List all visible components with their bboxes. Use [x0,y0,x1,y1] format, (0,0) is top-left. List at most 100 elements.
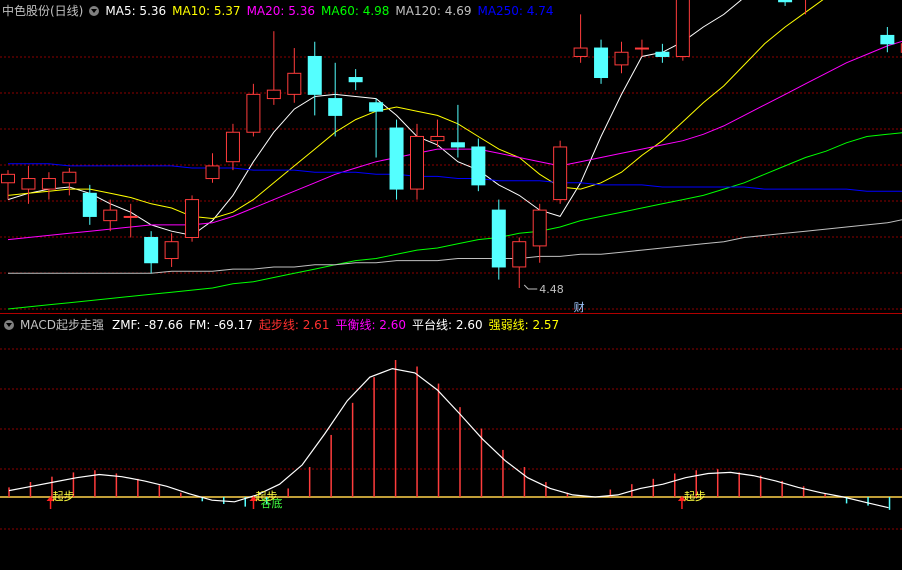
candle-body [389,127,404,190]
start-signal-0: 起步 [46,490,75,509]
stock-title: 中色股份(日线) [2,4,84,18]
price-header: 中色股份(日线) MA5: 5.36 MA10: 5.37 MA20: 5.36 MA6… [2,2,566,20]
candle [205,153,220,183]
ma-line-ma120 [8,219,902,274]
candle [164,233,179,267]
candle-body [82,192,97,217]
candle [144,231,159,274]
indicator-legend: ZMF: -87.66 FM: -69.17 起步线: 2.61 平衡线: 2.60 平… [112,318,565,332]
candle-body [328,98,343,116]
ma-legend: MA5: 5.36 MA10: 5.37 MA20: 5.36 MA60: 4.98 M… [105,4,559,18]
candle [225,123,240,171]
ma-legend-5: MA250: 4.74 [477,4,554,18]
ma-legend-1: MA10: 5.37 [172,4,241,18]
stock-chart[interactable]: 5.724.48财 起步起步起步谷底 [0,0,902,570]
candle-body [185,199,200,238]
candle [532,203,547,263]
indicator-legend-1: FM: -69.17 [189,318,253,332]
candle-body [1,173,15,184]
candle-body [573,47,588,57]
candle [123,203,138,238]
start-signal-2: 起步 [677,490,706,509]
candle [185,195,200,242]
candle-body [553,146,568,201]
indicator-legend-2: 起步线: 2.61 [258,318,330,332]
candle-body [144,236,159,264]
moving-average-lines [7,0,902,310]
candle [594,39,609,84]
candle-body [512,241,527,268]
candle-body [594,47,609,79]
bottom-marker: 谷底 [261,496,283,510]
ma-line-ma5 [7,0,742,236]
candle [450,104,465,158]
candle-body [369,102,384,112]
candle-body [41,178,56,190]
price-annotations: 5.724.48财 [523,283,585,314]
indicator-legend-5: 强弱线: 2.57 [488,318,560,332]
candle-body [225,131,240,163]
candle-body [123,215,138,218]
candle-body [450,142,465,148]
indicator-legend-3: 平衡线: 2.60 [335,318,407,332]
candle-body [634,47,649,50]
ma-legend-3: MA60: 4.98 [321,4,390,18]
candle [614,41,629,74]
candle [21,165,36,204]
candle-body [164,241,179,260]
candle [287,48,302,103]
candle-body [471,146,486,186]
candle [573,14,588,63]
candle [675,0,690,61]
candle-body [614,51,629,66]
candle [778,0,793,6]
candle [634,39,649,57]
candle [62,168,77,196]
candle [512,237,527,288]
candle-body [266,89,281,100]
ma-legend-4: MA120: 4.69 [395,4,472,18]
settings-dropdown-icon[interactable] [89,6,100,16]
candle-body [62,171,77,184]
ma-line-ma250 [8,163,902,192]
signal-label: 起步 [53,490,75,503]
indicator-dropdown-icon[interactable] [4,320,14,330]
indicator-legend-4: 平台线: 2.60 [412,318,483,332]
candle-body [430,135,445,142]
candle [328,62,343,137]
candle [82,184,97,225]
candle-body [655,51,670,57]
low-arrow [523,284,538,290]
ma-line-ma10 [7,0,824,220]
candle-body [348,77,363,83]
candle [410,123,424,200]
ma-line-ma20 [7,40,902,241]
signal-label: 起步 [684,490,706,503]
candle-body [205,165,220,180]
candle-body [287,72,302,95]
candle-body [532,209,547,247]
candle [369,98,384,158]
candle-body [778,0,793,3]
indicator-header: MACD起步走强 ZMF: -87.66 FM: -69.17 起步线: 2.61 平衡… [2,316,571,334]
price-grid [0,56,902,530]
candle [805,0,807,15]
ma-legend-2: MA20: 5.36 [246,4,315,18]
candle-body [103,209,118,222]
indicator-legend-0: ZMF: -87.66 [111,318,184,332]
candle-body [880,34,895,45]
ma-legend-0: MA5: 5.36 [105,4,167,18]
candle [655,43,670,63]
candle [41,172,56,200]
candle-body [307,55,322,95]
candle [491,199,506,280]
finance-marker: 财 [574,300,585,314]
candle-body [491,209,506,268]
candle [307,41,322,116]
indicator-panel: 起步 起步 起步谷底 [0,360,902,510]
candle-body [410,135,424,190]
candle-body [246,93,261,133]
candle [348,69,363,91]
candle-body [675,0,690,57]
candle-body [21,178,36,190]
